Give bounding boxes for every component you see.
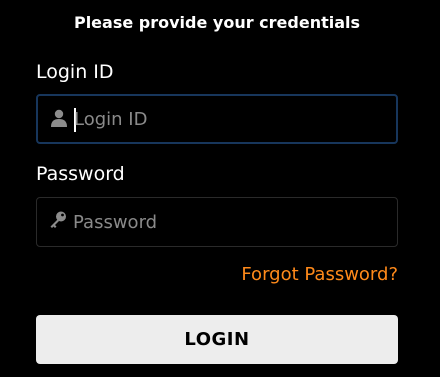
forgot-password-link[interactable]: Forgot Password? bbox=[241, 263, 398, 287]
login-id-field[interactable] bbox=[36, 94, 398, 144]
password-input[interactable] bbox=[73, 198, 383, 246]
user-icon bbox=[49, 108, 69, 128]
login-button[interactable]: LOGIN bbox=[36, 315, 398, 364]
password-field[interactable] bbox=[36, 197, 398, 247]
password-label: Password bbox=[36, 163, 125, 185]
form-title: Please provide your credentials bbox=[73, 13, 361, 32]
key-icon bbox=[48, 210, 68, 230]
login-id-input[interactable] bbox=[74, 96, 384, 142]
login-id-label: Login ID bbox=[36, 61, 114, 83]
